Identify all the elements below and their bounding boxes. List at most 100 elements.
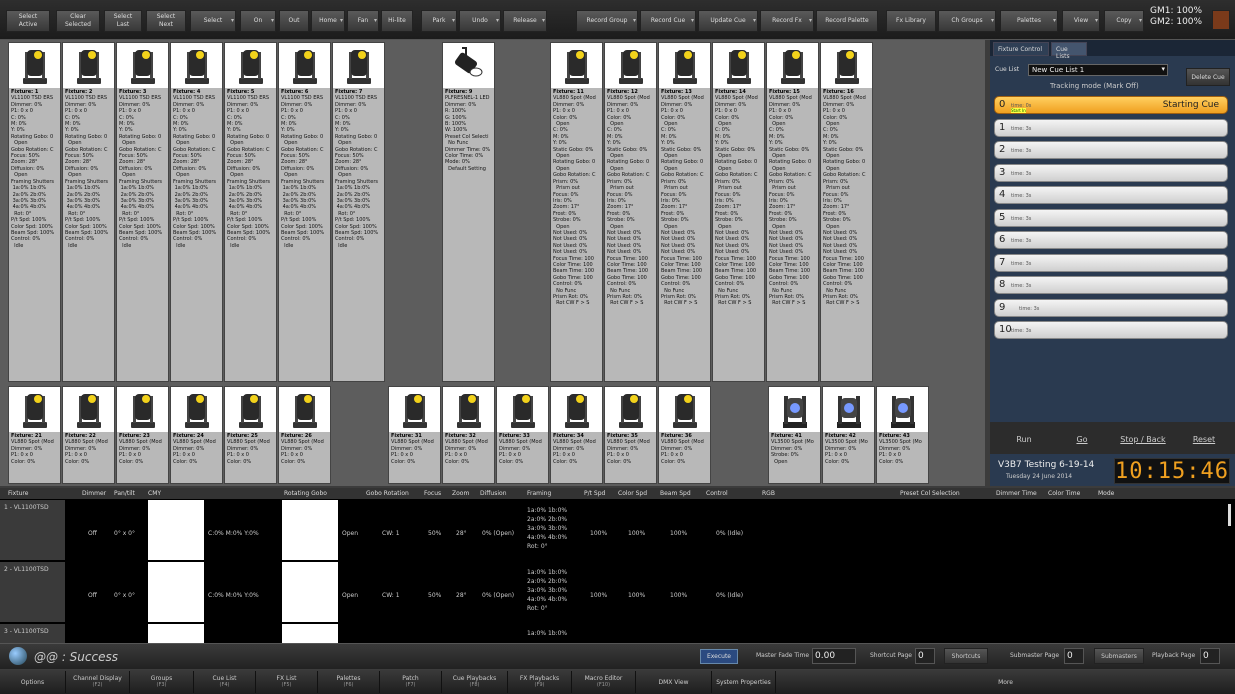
fixture-tile[interactable]: Fixture: 13 VL880 Spot (Mod Dimmer: 0% P… (658, 42, 711, 382)
run-button[interactable]: Run (996, 428, 1052, 450)
tab-patch[interactable]: Patch (F7) (380, 671, 442, 693)
fixture-tile[interactable]: Fixture: 5 VL1100 TSD ERS Dimmer: 0% P1:… (224, 42, 277, 382)
table-row[interactable]: 1 - VL1100TSD Off 0° x 0° C:0% M:0% Y:0%… (0, 500, 1235, 560)
fixture-tile[interactable]: Fixture: 4 VL1100 TSD ERS Dimmer: 0% P1:… (170, 42, 223, 382)
fixture-tile[interactable]: Fixture: 41 VL3500 Spot (Mo Dimmer: 0% S… (768, 386, 821, 484)
cue-item[interactable]: 10 time: 3s (994, 321, 1228, 339)
master-fade-input[interactable]: 0.00 (812, 648, 856, 664)
col-focus[interactable]: Focus (424, 490, 441, 497)
go-button[interactable]: Go (1054, 428, 1110, 450)
shortcuts-button[interactable]: Shortcuts (944, 648, 988, 664)
cue-item[interactable]: 0 time: 0s Starting Cue Start In (994, 96, 1228, 114)
fixture-tile[interactable]: Fixture: 25 VL880 Spot (Mod Dimmer: 0% P… (224, 386, 277, 484)
col-pantilt[interactable]: Pan/tilt (114, 490, 135, 497)
update-cue-button[interactable]: Update Cue ▾ (698, 10, 758, 32)
fixture-tile[interactable]: Fixture: 36 VL880 Spot (Mod Dimmer: 0% P… (658, 386, 711, 484)
tab-palettes[interactable]: Palettes (F6) (318, 671, 380, 693)
home-button[interactable]: Home ▾ (311, 10, 345, 32)
col-mode[interactable]: Mode (1098, 490, 1114, 497)
table-row[interactable]: 3 - VL1100TSD 1a:0% 1b:0% (0, 624, 1235, 643)
fixture-tile[interactable]: Fixture: 22 VL880 Spot (Mod Dimmer: 0% P… (62, 386, 115, 484)
col-control[interactable]: Control (706, 490, 728, 497)
tab-fixture-control[interactable]: Fixture Control (993, 42, 1049, 56)
execute-button[interactable]: Execute (700, 649, 738, 664)
fixture-tile[interactable]: Fixture: 43 VL3500 Spot (Mo Dimmer: 0% P… (876, 386, 929, 484)
park-button[interactable]: Park ▾ (421, 10, 457, 32)
col-diffusion[interactable]: Diffusion (480, 490, 507, 497)
select-last-button[interactable]: Select Last (104, 10, 142, 32)
col-preset-col-selection[interactable]: Preset Col Selection (900, 490, 960, 497)
cue-item[interactable]: 5 time: 3s (994, 208, 1228, 227)
command-line[interactable]: @@ : Success (34, 650, 118, 664)
fixture-tile[interactable]: Fixture: 21 VL880 Spot (Mod Dimmer: 0% P… (8, 386, 61, 484)
table-row[interactable]: 2 - VL1100TSD Off 0° x 0° C:0% M:0% Y:0%… (0, 562, 1235, 622)
shortcut-page-input[interactable]: 0 (915, 648, 935, 664)
select-next-button[interactable]: Select Next (146, 10, 186, 32)
tab-cue-lists[interactable]: Cue Lists (1051, 42, 1087, 60)
fan-button[interactable]: Fan ▾ (347, 10, 379, 32)
view-button[interactable]: View ▾ (1062, 10, 1100, 32)
col-color-spd[interactable]: Color Spd (618, 490, 647, 497)
fixture-tile[interactable]: Fixture: 14 VL880 Spot (Mod Dimmer: 0% P… (712, 42, 765, 382)
col-beam-spd[interactable]: Beam Spd (660, 490, 691, 497)
release-button[interactable]: Release ▾ (503, 10, 547, 32)
tab-more[interactable]: More (776, 671, 1235, 693)
out-button[interactable]: Out (279, 10, 309, 32)
col-pt-spd[interactable]: P/t Spd (584, 490, 605, 497)
fixture-tile[interactable]: Fixture: 32 VL880 Spot (Mod Dimmer: 0% P… (442, 386, 495, 484)
fixture-tile[interactable]: Fixture: 42 VL3500 Spot (Mo Dimmer: 0% P… (822, 386, 875, 484)
tab-options[interactable]: Options (0, 671, 66, 693)
col-dimmer-time[interactable]: Dimmer Time (996, 490, 1037, 497)
col-rotating-gobo[interactable]: Rotating Gobo (284, 490, 327, 497)
fixture-tile[interactable]: Fixture: 7 VL1100 TSD ERS Dimmer: 0% P1:… (332, 42, 385, 382)
tab-channel-display[interactable]: Channel Display (F2) (66, 671, 130, 693)
tab-cue-list[interactable]: Cue List (F4) (194, 671, 256, 693)
delete-cue-button[interactable]: Delete Cue (1186, 68, 1230, 86)
tab-system-properties[interactable]: System Properties (712, 671, 776, 693)
tab-macro-editor[interactable]: Macro Editor (F10) (572, 671, 636, 693)
col-rgb[interactable]: RGB (762, 490, 775, 497)
cue-item[interactable]: 4 time: 3s (994, 186, 1228, 204)
on-button[interactable]: On ▾ (240, 10, 276, 32)
fixture-tile[interactable]: Fixture: 24 VL880 Spot (Mod Dimmer: 0% P… (170, 386, 223, 484)
cue-item[interactable]: 2 time: 3s (994, 141, 1228, 159)
col-dimmer[interactable]: Dimmer (82, 490, 106, 497)
record-palette-button[interactable]: Record Palette (816, 10, 878, 32)
tab-fx-list[interactable]: FX List (F5) (256, 671, 318, 693)
tab-cue-playbacks[interactable]: Cue Playbacks (F8) (442, 671, 508, 693)
cue-list-select[interactable]: New Cue List 1 ▾ (1028, 64, 1168, 76)
cue-item[interactable]: 1 time: 3s (994, 118, 1228, 137)
spreadsheet-scrollbar[interactable] (1228, 504, 1231, 526)
fixture-tile[interactable]: Fixture: 35 VL880 Spot (Mod Dimmer: 0% P… (604, 386, 657, 484)
hi-lite-button[interactable]: Hi-lite (381, 10, 413, 32)
cue-item[interactable]: 9 time: 3s (994, 298, 1228, 317)
blackout-icon[interactable] (1212, 10, 1230, 30)
cue-item[interactable]: 7 time: 3s (994, 253, 1228, 272)
cue-item[interactable]: 3 time: 3s (994, 163, 1228, 182)
fixture-tile[interactable]: Fixture: 12 VL880 Spot (Mod Dimmer: 0% P… (604, 42, 657, 382)
col-framing[interactable]: Framing (527, 490, 551, 497)
submasters-button[interactable]: Submasters (1094, 648, 1144, 664)
cue-item[interactable]: 8 time: 3s (994, 276, 1228, 294)
globe-icon[interactable] (9, 647, 27, 665)
col-color-time[interactable]: Color Time (1048, 490, 1080, 497)
fixture-tile[interactable]: Fixture: 16 VL880 Spot (Mod Dimmer: 0% P… (820, 42, 873, 382)
tab-groups[interactable]: Groups (F3) (130, 671, 194, 693)
fixture-tile[interactable]: Fixture: 34 VL880 Spot (Mod Dimmer: 0% P… (550, 386, 603, 484)
fixture-tile[interactable]: Fixture: 1 VL1100 TSD ERS Dimmer: 0% P1:… (8, 42, 61, 382)
fixture-tile[interactable]: Fixture: 33 VL880 Spot (Mod Dimmer: 0% P… (496, 386, 549, 484)
undo-button[interactable]: Undo ▾ (459, 10, 501, 32)
fixture-tile[interactable]: Fixture: 9 PLFRESNEL-1 LED Dimmer: 0% R:… (442, 42, 495, 382)
fixture-tile[interactable]: Fixture: 23 VL880 Spot (Mod Dimmer: 0% P… (116, 386, 169, 484)
col-cmy[interactable]: CMY (148, 490, 161, 497)
record-cue-button[interactable]: Record Cue ▾ (640, 10, 696, 32)
fixture-tile[interactable]: Fixture: 31 VL880 Spot (Mod Dimmer: 0% P… (388, 386, 441, 484)
tab-fx-playbacks[interactable]: FX Playbacks (F9) (508, 671, 572, 693)
fixture-tile[interactable]: Fixture: 11 VL880 Spot (Mod Dimmer: 0% P… (550, 42, 603, 382)
fixture-tile[interactable]: Fixture: 3 VL1100 TSD ERS Dimmer: 0% P1:… (116, 42, 169, 382)
fx-library-button[interactable]: Fx Library (886, 10, 936, 32)
col-gobo-rotation[interactable]: Gobo Rotation (366, 490, 409, 497)
fixture-tile[interactable]: Fixture: 6 VL1100 TSD ERS Dimmer: 0% P1:… (278, 42, 331, 382)
record-fx-button[interactable]: Record Fx ▾ (760, 10, 814, 32)
record-group-button[interactable]: Record Group ▾ (576, 10, 638, 32)
